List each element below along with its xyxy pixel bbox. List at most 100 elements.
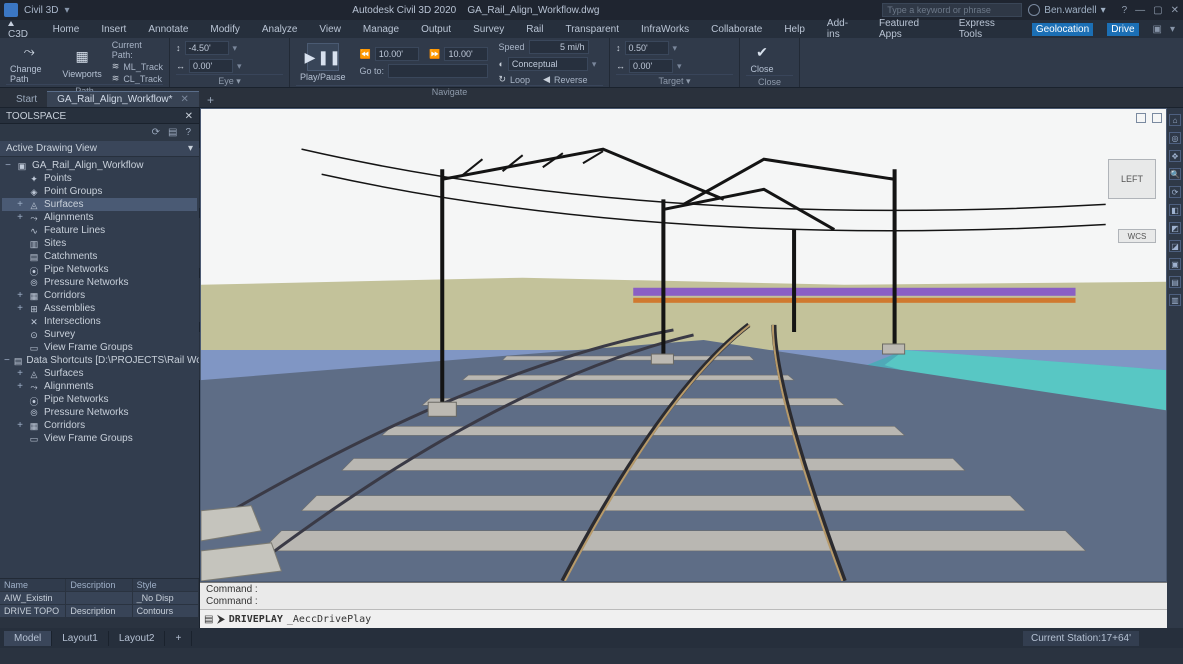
grid-scrollbar[interactable] xyxy=(0,618,199,628)
panel-label-eye[interactable]: Eye ▾ xyxy=(176,74,283,87)
cell[interactable]: Contours xyxy=(133,605,199,618)
close-drive-button[interactable]: ✔ Close xyxy=(746,41,778,74)
navbar-extra3-icon[interactable]: ▣ xyxy=(1169,258,1181,270)
toolspace-icon-1[interactable]: ⟳ xyxy=(152,127,160,138)
close-icon[interactable]: ✕ xyxy=(1171,5,1179,16)
tab-rail[interactable]: Rail xyxy=(522,23,547,36)
tree-pipe-networks[interactable]: ⦿Pipe Networks xyxy=(2,263,197,276)
vp-max-icon[interactable] xyxy=(1152,113,1162,123)
command-line[interactable]: ▤ ⮞ DRIVEPLAY _AeccDrivePlay xyxy=(200,610,1167,628)
forward-input[interactable]: 10.00' xyxy=(444,47,488,61)
rewind-icon[interactable]: ⏪ xyxy=(360,49,371,60)
tree-point-groups[interactable]: ◈Point Groups xyxy=(2,185,197,198)
reverse-icon[interactable]: ◀ xyxy=(543,74,550,85)
view-mode-select[interactable]: Active Drawing View xyxy=(6,143,97,154)
track1[interactable]: ML_Track xyxy=(123,62,163,72)
tab-annotate[interactable]: Annotate xyxy=(144,23,192,36)
panel-label-target[interactable]: Target ▾ xyxy=(616,74,733,87)
doc-tab-start[interactable]: Start xyxy=(6,91,47,107)
model-viewport[interactable]: LEFT WCS xyxy=(200,108,1167,582)
forward-icon[interactable]: ⏩ xyxy=(429,49,440,60)
user-menu[interactable]: Ben.wardell ▾ xyxy=(1028,4,1105,16)
layout-add-button[interactable]: + xyxy=(165,631,192,646)
eye-offset-input[interactable]: 0.00' xyxy=(189,59,233,73)
tree-data-shortcuts[interactable]: −▤Data Shortcuts [D:\PROJECTS\Rail Work.… xyxy=(2,354,197,367)
tab-drive[interactable]: Drive xyxy=(1107,23,1138,36)
property-grid[interactable]: NameDescriptionStyle AIW_Existin _No Disp… xyxy=(0,578,199,628)
chevron-down-icon[interactable]: ▾ xyxy=(188,143,193,154)
tree-intersections[interactable]: ✕Intersections xyxy=(2,315,197,328)
sc-pipe-networks[interactable]: ⦿Pipe Networks xyxy=(2,393,197,406)
play-pause-button[interactable]: ▶❚❚ Play/Pause xyxy=(296,43,350,82)
tab-express-tools[interactable]: Express Tools xyxy=(955,17,1018,41)
tree-root[interactable]: −▣GA_Rail_Align_Workflow xyxy=(2,159,197,172)
viewcube[interactable]: LEFT xyxy=(1108,159,1156,199)
cmd-input[interactable]: _AeccDrivePlay xyxy=(287,614,371,625)
tab-analyze[interactable]: Analyze xyxy=(258,23,302,36)
viewport-controls[interactable] xyxy=(1136,113,1162,123)
tree-catchments[interactable]: ▤Catchments xyxy=(2,250,197,263)
col-desc[interactable]: Description xyxy=(66,579,132,592)
toolspace-close-icon[interactable]: ✕ xyxy=(185,111,193,122)
viewports-button[interactable]: ▦ Viewports xyxy=(58,46,105,79)
cell[interactable]: DRIVE TOPO xyxy=(0,605,66,618)
navbar-extra1-icon[interactable]: ◩ xyxy=(1169,222,1181,234)
search-input[interactable]: Type a keyword or phrase xyxy=(882,3,1022,17)
sc-corridors[interactable]: +▦Corridors xyxy=(2,419,197,432)
tree-points[interactable]: ✦Points xyxy=(2,172,197,185)
toolspace-icon-2[interactable]: ▤ xyxy=(168,127,177,138)
tree-alignments[interactable]: +⤳Alignments xyxy=(2,211,197,224)
target-height-input[interactable]: 0.50' xyxy=(625,41,669,55)
speed-input[interactable]: 5 mi/h xyxy=(529,40,589,54)
close-tab-icon[interactable]: ✕ xyxy=(181,94,189,105)
minimize-icon[interactable]: — xyxy=(1135,5,1145,16)
reverse-label[interactable]: Reverse xyxy=(554,75,588,85)
tree-view-frame-groups[interactable]: ▭View Frame Groups xyxy=(2,341,197,354)
tree-assemblies[interactable]: +⊞Assemblies xyxy=(2,302,197,315)
tab-transparent[interactable]: Transparent xyxy=(561,23,623,36)
sc-surfaces[interactable]: +◬Surfaces xyxy=(2,367,197,380)
navbar-home-icon[interactable]: ⌂ xyxy=(1169,114,1181,126)
navbar-zoom-icon[interactable]: 🔍 xyxy=(1169,168,1181,180)
tree-corridors[interactable]: +▦Corridors xyxy=(2,289,197,302)
tree-feature-lines[interactable]: ∿Feature Lines xyxy=(2,224,197,237)
navbar-show-icon[interactable]: ◧ xyxy=(1169,204,1181,216)
sc-alignments[interactable]: +⤳Alignments xyxy=(2,380,197,393)
cell[interactable] xyxy=(66,592,132,605)
tab-insert[interactable]: Insert xyxy=(97,23,130,36)
tab-modify[interactable]: Modify xyxy=(206,23,243,36)
command-history[interactable]: Command : Command : xyxy=(200,583,1167,610)
wcs-label[interactable]: WCS xyxy=(1118,229,1156,243)
col-style[interactable]: Style xyxy=(133,579,199,592)
new-tab-button[interactable]: + xyxy=(199,92,222,107)
tab-collaborate[interactable]: Collaborate xyxy=(707,23,766,36)
loop-icon[interactable]: ↻ xyxy=(498,74,506,85)
sc-view-frame-groups[interactable]: ▭View Frame Groups xyxy=(2,432,197,445)
tree-surfaces[interactable]: +◬Surfaces xyxy=(2,198,197,211)
tab-help[interactable]: Help xyxy=(780,23,809,36)
col-name[interactable]: Name xyxy=(0,579,66,592)
layout-tab-model[interactable]: Model xyxy=(4,631,52,646)
goto-input[interactable] xyxy=(388,64,488,78)
help-icon[interactable]: ? xyxy=(1122,5,1128,16)
navbar-orbit-icon[interactable]: ⟳ xyxy=(1169,186,1181,198)
navbar-extra4-icon[interactable]: ▤ xyxy=(1169,276,1181,288)
navbar-wheel-icon[interactable]: ◎ xyxy=(1169,132,1181,144)
tab-featured-apps[interactable]: Featured Apps xyxy=(875,17,941,41)
change-path-button[interactable]: ⤳ Change Path xyxy=(6,41,52,84)
ribbon-minimize-icon[interactable]: ▾ xyxy=(1170,24,1175,35)
vp-min-icon[interactable] xyxy=(1136,113,1146,123)
qat-arrow-icon[interactable]: ▾ xyxy=(64,5,69,16)
layout-tab-layout1[interactable]: Layout1 xyxy=(52,631,109,646)
sc-pressure-networks[interactable]: ⦾Pressure Networks xyxy=(2,406,197,419)
doc-tab-active[interactable]: GA_Rail_Align_Workflow*✕ xyxy=(47,91,199,107)
cell[interactable]: _No Disp xyxy=(133,592,199,605)
tab-survey[interactable]: Survey xyxy=(469,23,508,36)
track2[interactable]: CL_Track xyxy=(123,74,162,84)
tab-geolocation[interactable]: Geolocation xyxy=(1032,23,1093,36)
navbar-pan-icon[interactable]: ✥ xyxy=(1169,150,1181,162)
tab-view[interactable]: View xyxy=(315,23,345,36)
rewind-input[interactable]: 10.00' xyxy=(375,47,419,61)
cell[interactable]: AIW_Existin xyxy=(0,592,66,605)
navbar-extra2-icon[interactable]: ◪ xyxy=(1169,240,1181,252)
